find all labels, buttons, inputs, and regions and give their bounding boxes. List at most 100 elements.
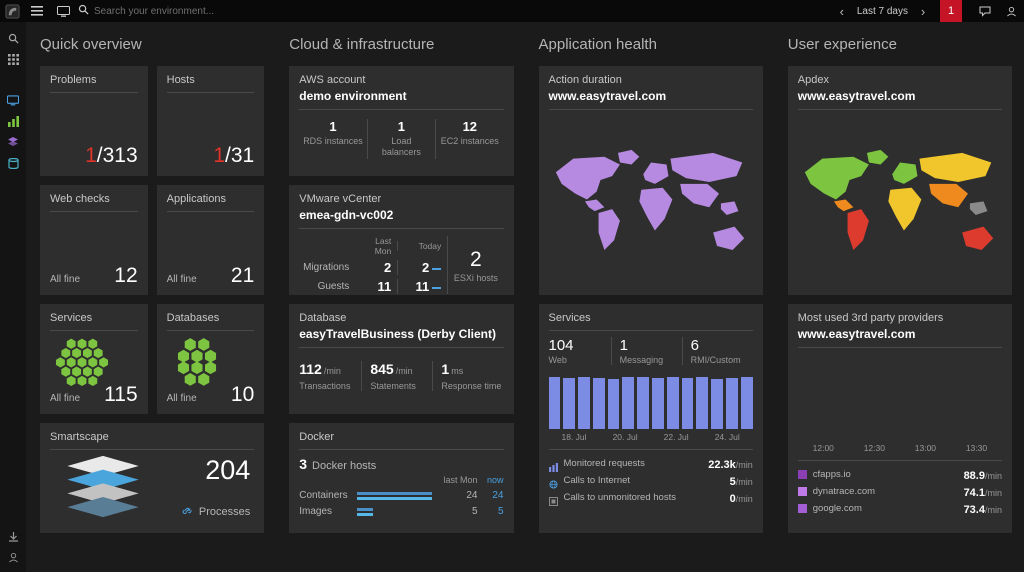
sparkline: [432, 267, 442, 270]
tile-title: Docker: [299, 431, 335, 443]
tile-title: Problems: [50, 74, 97, 86]
web-checks-count: 12: [114, 264, 138, 287]
tile-services[interactable]: Services All fine 115: [40, 304, 148, 414]
services-status: All fine: [50, 393, 81, 404]
chat-icon[interactable]: [972, 0, 998, 22]
asia_south-region: [929, 184, 968, 208]
migrations-today: 2: [397, 260, 447, 275]
sparkline: [432, 286, 442, 289]
tile-hosts[interactable]: Hosts 1/31: [156, 66, 265, 176]
problems-badge[interactable]: 1: [940, 0, 962, 22]
tile-title: Apdex: [797, 74, 829, 86]
unmonitored-hosts-icon: [548, 493, 558, 506]
tile-vmware-vcenter[interactable]: VMware vCenter emea-gdn-vc002 Last Mon T…: [289, 185, 514, 295]
south_america-region: [847, 209, 869, 251]
legend-row: Monitored requests 22.3k/min: [548, 455, 753, 472]
tile-app-services[interactable]: Services 104 Web 1 Messaging 6 RMI/Custom 1…: [538, 304, 763, 533]
tile-title: Smartscape: [50, 431, 109, 443]
application-health-column: Application health Action duration www.e…: [538, 36, 763, 533]
hosts-problem-count: 1: [213, 144, 226, 167]
third-party-app: www.easytravel.com: [797, 327, 916, 341]
db-metric-transactions: 112/min Transactions: [299, 361, 351, 391]
tile-apdex[interactable]: Apdex www.easytravel.com: [787, 66, 1012, 295]
greenland-region: [866, 150, 889, 165]
tile-aws-account[interactable]: AWS account demo environment 1 RDS instan…: [289, 66, 514, 176]
sidebar-search-icon[interactable]: [0, 28, 26, 49]
se_asia-region: [720, 201, 739, 216]
menu-icon[interactable]: [24, 0, 50, 22]
tile-web-checks[interactable]: Web checks All fine 12: [40, 185, 148, 295]
legend-row: google.com 73.4/min: [797, 500, 1002, 517]
vmware-row-label: Migrations: [303, 262, 350, 273]
docker-row-label: Images: [299, 506, 333, 517]
docker-hosts-count: 3: [299, 456, 308, 472]
search-input[interactable]: [94, 5, 324, 17]
images-bars: [357, 507, 441, 516]
vmware-col-today: Today: [397, 241, 447, 251]
sidebar-monitoring-icon[interactable]: [0, 90, 26, 111]
vmware-col-last-mon: Last Mon: [374, 236, 392, 256]
tile-title: Services: [50, 312, 93, 324]
vcenter-name: emea-gdn-vc002: [299, 208, 394, 222]
tile-database[interactable]: Database easyTravelBusiness (Derby Clien…: [289, 304, 514, 414]
central_america-region: [584, 199, 605, 212]
tile-title: Action duration: [548, 74, 622, 86]
time-range-next-button[interactable]: ›: [914, 0, 932, 22]
processes-label-row: Processes: [182, 505, 250, 519]
third-party-legend: cfapps.io 88.9/min dynatrace.com 74.1/mi…: [797, 466, 1002, 517]
databases-count: 10: [230, 383, 255, 406]
vmware-table: Last Mon Today Migrations 2 2 Guests 11 …: [299, 236, 447, 294]
service-requests-chart: [548, 375, 753, 429]
docker-table: last Mon now Containers 24 24 Images 5 5: [299, 475, 503, 517]
section-title-app-health: Application health: [538, 36, 657, 53]
tile-smartscape[interactable]: Smartscape 204 Processes: [40, 423, 265, 533]
services-hex-cluster-icon: [52, 332, 112, 396]
tile-title: Applications: [166, 193, 226, 205]
monitored-requests-icon: [548, 459, 558, 472]
time-range-prev-button[interactable]: ‹: [833, 0, 851, 22]
services-count: 115: [104, 383, 138, 406]
asia_north-region: [919, 152, 992, 183]
sidebar-apps-grid-icon[interactable]: [0, 49, 26, 70]
section-title-cloud: Cloud & infrastructure: [289, 36, 435, 53]
africa-region: [888, 187, 922, 231]
problems-value: 1/313: [85, 144, 138, 168]
hosts-total: /31: [225, 144, 255, 167]
third-party-chart: [798, 356, 1002, 440]
tile-title: Database: [299, 312, 347, 324]
tile-databases[interactable]: Databases All fine 10: [156, 304, 265, 414]
services-metric-web: 104 Web: [548, 337, 574, 365]
sidebar-chart-icon[interactable]: [0, 111, 26, 132]
tile-docker[interactable]: Docker 3 Docker hosts last Mon now Contai…: [289, 423, 514, 533]
tile-action-duration[interactable]: Action duration www.easytravel.com: [538, 66, 763, 295]
time-range-selector[interactable]: Last 7 days: [851, 0, 914, 22]
provider-swatch-icon: [797, 470, 807, 479]
applications-count: 21: [230, 264, 255, 287]
internet-calls-icon: [548, 476, 558, 489]
tile-third-party-providers[interactable]: Most used 3rd party providers www.easytr…: [787, 304, 1012, 533]
esxi-hosts-count: 2: [470, 247, 482, 271]
link-icon: [182, 505, 193, 519]
sidebar-user-icon[interactable]: [0, 547, 26, 568]
dynatrace-logo[interactable]: [0, 0, 24, 22]
tile-problems[interactable]: Problems 1/313: [40, 66, 148, 176]
europe-region: [892, 162, 918, 185]
dashboards-icon[interactable]: [50, 0, 76, 22]
database-name: easyTravelBusiness (Derby Client): [299, 327, 497, 341]
sidebar-database-icon[interactable]: [0, 153, 26, 174]
section-title-user-experience: User experience: [787, 36, 897, 53]
tile-title: Web checks: [50, 193, 110, 205]
legend-row: dynatrace.com 74.1/min: [797, 483, 1002, 500]
tile-title: Services: [548, 312, 591, 324]
user-menu-icon[interactable]: [998, 0, 1024, 22]
dashboard: Quick overview Problems 1/313 Hosts 1/31…: [26, 22, 1024, 572]
sidebar-smartscape-icon[interactable]: [0, 132, 26, 153]
applications-status: All fine: [166, 274, 197, 285]
aws-metric-load-balancers: 1 Load balancers: [366, 119, 435, 159]
containers-last: 24: [466, 490, 478, 501]
processes-label: Processes: [198, 506, 251, 518]
sidebar-deploy-icon[interactable]: [0, 526, 26, 547]
north_america-region: [555, 156, 620, 200]
se_asia-region: [969, 201, 988, 216]
tile-applications[interactable]: Applications All fine 21: [156, 185, 265, 295]
